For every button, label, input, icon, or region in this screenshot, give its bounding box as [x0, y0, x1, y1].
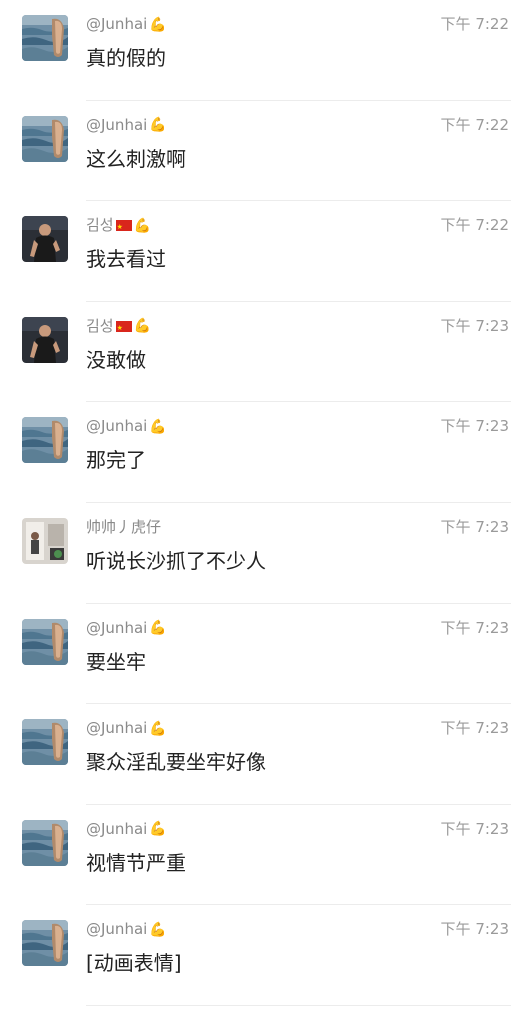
sea-avatar[interactable]	[22, 618, 68, 665]
sender-name-text: @Junhai	[86, 819, 148, 838]
message-row[interactable]: 帅帅丿虎仔 下午 7:23 听说长沙抓了不少人	[0, 503, 531, 604]
message-row[interactable]: 김성 💪 下午 7:23 没敢做	[0, 302, 531, 403]
sea-avatar[interactable]	[22, 115, 68, 162]
message-time: 下午 7:23	[440, 819, 509, 838]
message-row[interactable]: @Junhai 💪 下午 7:23 [动画表情]	[0, 905, 531, 1006]
sender-name: @Junhai 💪	[86, 618, 167, 639]
message-text[interactable]: 这么刺激啊	[86, 145, 186, 173]
sender-name-text: @Junhai	[86, 618, 148, 637]
sender-name: @Junhai 💪	[86, 115, 167, 136]
message-time: 下午 7:22	[440, 115, 509, 134]
room-avatar[interactable]	[22, 517, 68, 564]
message-text[interactable]: 视情节严重	[86, 849, 186, 877]
message-time: 下午 7:23	[440, 920, 509, 939]
sender-name: 김성 💪	[86, 215, 152, 237]
flexed-biceps-icon: 💪	[149, 16, 167, 33]
sea-avatar[interactable]	[22, 719, 68, 766]
message-text[interactable]: 聚众淫乱要坐牢好像	[86, 748, 266, 776]
flexed-biceps-icon: 💪	[149, 821, 167, 838]
message-time: 下午 7:23	[440, 316, 509, 335]
man-avatar[interactable]	[22, 316, 68, 363]
message-time: 下午 7:22	[440, 216, 509, 235]
sender-name-text: 김성	[86, 316, 114, 335]
sea-avatar[interactable]	[22, 920, 68, 967]
message-text[interactable]: 我去看过	[86, 245, 166, 273]
china-flag-icon	[115, 318, 132, 338]
message-row[interactable]: @Junhai 💪 下午 7:23 聚众淫乱要坐牢好像	[0, 704, 531, 805]
sender-name-text: 김성	[86, 216, 114, 235]
sender-name-text: @Junhai	[86, 719, 148, 738]
flexed-biceps-icon: 💪	[149, 418, 167, 435]
message-row[interactable]: 김성 💪 下午 7:22 我去看过	[0, 201, 531, 302]
message-row[interactable]: @Junhai 💪 下午 7:22 真的假的	[0, 0, 531, 101]
sender-name-text: @Junhai	[86, 920, 148, 939]
message-text[interactable]: 听说长沙抓了不少人	[86, 547, 266, 575]
message-time: 下午 7:23	[440, 618, 509, 637]
message-text[interactable]: 真的假的	[86, 44, 166, 72]
sea-avatar[interactable]	[22, 15, 68, 61]
message-time: 下午 7:23	[440, 517, 509, 536]
message-row[interactable]: @Junhai 💪 下午 7:22 这么刺激啊	[0, 101, 531, 202]
sender-name: @Junhai 💪	[86, 819, 167, 840]
flexed-biceps-icon: 💪	[149, 720, 167, 737]
row-divider	[86, 1004, 511, 1006]
message-list: @Junhai 💪 下午 7:22 真的假的 @Junhai 💪 下午 7:22 这么刺激啊 김…	[0, 0, 531, 1006]
sender-name-text: @Junhai	[86, 115, 148, 134]
sender-name-text: @Junhai	[86, 15, 148, 33]
message-time: 下午 7:22	[440, 15, 509, 33]
sender-name: @Junhai 💪	[86, 919, 167, 940]
message-row[interactable]: @Junhai 💪 下午 7:23 那完了	[0, 402, 531, 503]
sender-name: 김성 💪	[86, 316, 152, 338]
sender-name: @Junhai 💪	[86, 416, 167, 437]
sender-name: @Junhai 💪	[86, 718, 167, 739]
man-avatar[interactable]	[22, 216, 68, 263]
message-row[interactable]: @Junhai 💪 下午 7:23 视情节严重	[0, 805, 531, 906]
sea-avatar[interactable]	[22, 819, 68, 866]
flexed-biceps-icon: 💪	[149, 921, 167, 938]
sender-name: @Junhai 💪	[86, 14, 167, 35]
message-time: 下午 7:23	[440, 417, 509, 436]
flexed-biceps-icon: 💪	[149, 117, 167, 134]
message-text[interactable]: [动画表情]	[86, 949, 182, 977]
message-row[interactable]: @Junhai 💪 下午 7:23 要坐牢	[0, 604, 531, 705]
message-text[interactable]: 要坐牢	[86, 648, 146, 676]
china-flag-icon	[115, 217, 132, 237]
sender-name-text: 帅帅丿虎仔	[86, 517, 162, 536]
flexed-biceps-icon: 💪	[133, 318, 152, 335]
sea-avatar[interactable]	[22, 417, 68, 464]
message-time: 下午 7:23	[440, 719, 509, 738]
sender-name: 帅帅丿虎仔	[86, 517, 161, 537]
message-text[interactable]: 没敢做	[86, 346, 146, 374]
sender-name-text: @Junhai	[86, 417, 148, 436]
message-text[interactable]: 那完了	[86, 446, 146, 474]
flexed-biceps-icon: 💪	[133, 217, 152, 234]
flexed-biceps-icon: 💪	[149, 620, 167, 637]
